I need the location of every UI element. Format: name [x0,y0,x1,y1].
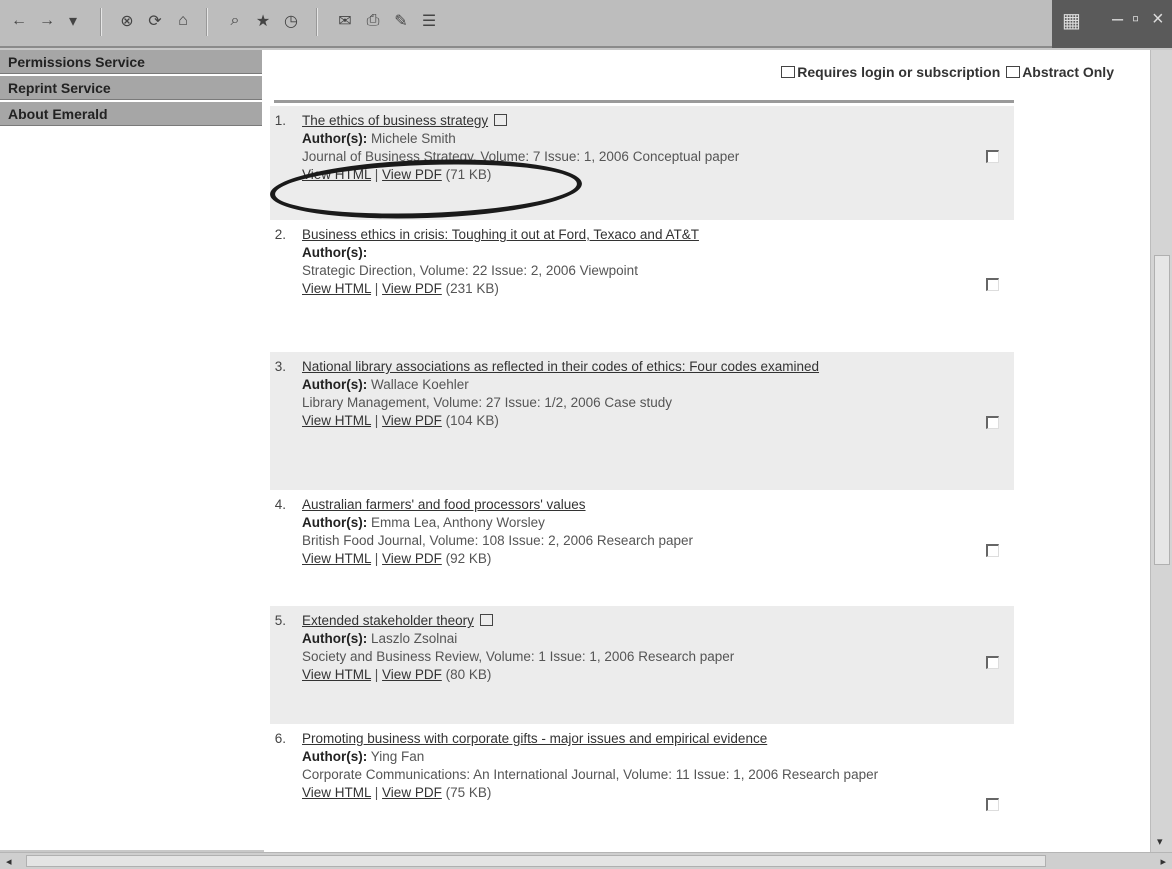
result-title-link[interactable]: National library associations as reflect… [302,359,819,374]
result-number: 5. [274,613,286,628]
result-number: 4. [274,497,286,512]
sidebar-item-reprint-service[interactable]: Reprint Service [0,76,262,100]
maximize-icon[interactable]: ▫ [1132,8,1139,31]
file-size: (104 KB) [445,413,499,428]
authors: Emma Lea, Anthony Worsley [371,515,545,530]
authors-label: Author(s): [302,631,368,646]
home-icon[interactable]: ⌂ [172,10,194,32]
view-pdf-link[interactable]: View PDF [382,413,442,428]
print-icon[interactable]: ⎙ [362,10,384,32]
file-size: (92 KB) [445,551,492,566]
edit-icon[interactable]: ✎ [390,10,412,32]
result-number: 3. [274,359,286,374]
view-pdf-link[interactable]: View PDF [382,281,442,296]
authors-label: Author(s): [302,245,368,260]
authors: Laszlo Zsolnai [371,631,458,646]
result-item: 5. Extended stakeholder theory Author(s)… [270,606,1014,724]
select-checkbox[interactable] [986,278,999,291]
horizontal-scrollbar[interactable]: ◂ ▸ [0,852,1172,869]
authors: Wallace Koehler [371,377,469,392]
view-html-link[interactable]: View HTML [302,281,371,296]
back-arrow-icon[interactable]: ← [8,10,30,32]
scroll-right-icon[interactable]: ▸ [1160,855,1166,868]
view-pdf-link[interactable]: View PDF [382,667,442,682]
scrollbar-thumb[interactable] [26,855,1046,867]
minimize-icon[interactable]: – [1112,8,1123,31]
source: Corporate Communications: An Internation… [302,767,879,782]
file-size: (75 KB) [445,785,492,800]
file-size: (80 KB) [445,667,492,682]
view-pdf-link[interactable]: View PDF [382,551,442,566]
authors-label: Author(s): [302,515,368,530]
source: British Food Journal, Volume: 108 Issue:… [302,533,693,548]
access-legend: Requires login or subscription Abstract … [554,64,1114,80]
result-item: 2. Business ethics in crisis: Toughing i… [270,220,1014,352]
sidebar: Permissions Service Reprint Service Abou… [0,50,264,850]
result-number: 2. [274,227,286,242]
view-html-link[interactable]: View HTML [302,785,371,800]
result-title-link[interactable]: Business ethics in crisis: Toughing it o… [302,227,699,242]
result-title-link[interactable]: The ethics of business strategy [302,113,488,128]
stop-icon[interactable]: ⊗ [116,10,138,32]
toolbar-separator [316,8,318,36]
result-title-link[interactable]: Extended stakeholder theory [302,613,474,628]
abstract-icon [1006,66,1021,78]
window-controls: ▦ – ▫ × [1052,0,1172,48]
windows-logo-icon: ▦ [1062,10,1081,32]
close-icon[interactable]: × [1152,8,1164,31]
result-title-link[interactable]: Australian farmers' and food processors'… [302,497,586,512]
result-item: 3. National library associations as refl… [270,352,1014,490]
sidebar-item-about-emerald[interactable]: About Emerald [0,102,262,126]
refresh-icon[interactable]: ⟳ [144,10,166,32]
mail-icon[interactable]: ✉ [334,10,356,32]
divider [274,100,1014,103]
result-title-link[interactable]: Promoting business with corporate gifts … [302,731,767,746]
view-pdf-link[interactable]: View PDF [382,785,442,800]
authors-label: Author(s): [302,131,368,146]
view-html-link[interactable]: View HTML [302,667,371,682]
search-icon[interactable]: ⌕ [224,10,246,32]
scroll-left-icon[interactable]: ◂ [6,855,12,868]
result-item: 4. Australian farmers' and food processo… [270,490,1014,606]
toolbar-separator [206,8,208,36]
vertical-scrollbar[interactable]: ▾ [1150,50,1172,852]
source: Strategic Direction, Volume: 22 Issue: 2… [302,263,638,278]
view-html-link[interactable]: View HTML [302,551,371,566]
subscription-icon [781,66,796,78]
authors: Michele Smith [371,131,456,146]
source: Library Management, Volume: 27 Issue: 1/… [302,395,672,410]
file-size: (231 KB) [445,281,499,296]
forward-arrow-icon[interactable]: → [36,10,58,32]
scroll-down-icon[interactable]: ▾ [1157,835,1163,848]
legend-abstract-only: Abstract Only [1022,64,1114,80]
history-icon[interactable]: ◷ [280,10,302,32]
favorites-icon[interactable]: ★ [252,10,274,32]
authors-label: Author(s): [302,749,368,764]
select-checkbox[interactable] [986,656,999,669]
legend-requires-login: Requires login or subscription [797,64,1001,80]
result-number: 6. [274,731,286,746]
select-checkbox[interactable] [986,798,999,811]
dropdown-icon[interactable]: ▾ [62,10,84,32]
browser-toolbar: ← → ▾ ⊗ ⟳ ⌂ ⌕ ★ ◷ ✉ ⎙ ✎ ☰ ▦ – ▫ × [0,0,1172,48]
subscription-icon [494,114,508,126]
result-item: 6. Promoting business with corporate gif… [270,724,1014,852]
discuss-icon[interactable]: ☰ [418,10,440,32]
subscription-icon [479,614,493,626]
select-checkbox[interactable] [986,150,999,163]
result-number: 1. [274,113,286,128]
scrollbar-thumb[interactable] [1154,255,1170,565]
toolbar-separator [100,8,102,36]
sidebar-item-permissions-service[interactable]: Permissions Service [0,50,262,74]
select-checkbox[interactable] [986,416,999,429]
authors-label: Author(s): [302,377,368,392]
select-checkbox[interactable] [986,544,999,557]
source: Society and Business Review, Volume: 1 I… [302,649,735,664]
view-html-link[interactable]: View HTML [302,413,371,428]
authors: Ying Fan [370,749,425,764]
